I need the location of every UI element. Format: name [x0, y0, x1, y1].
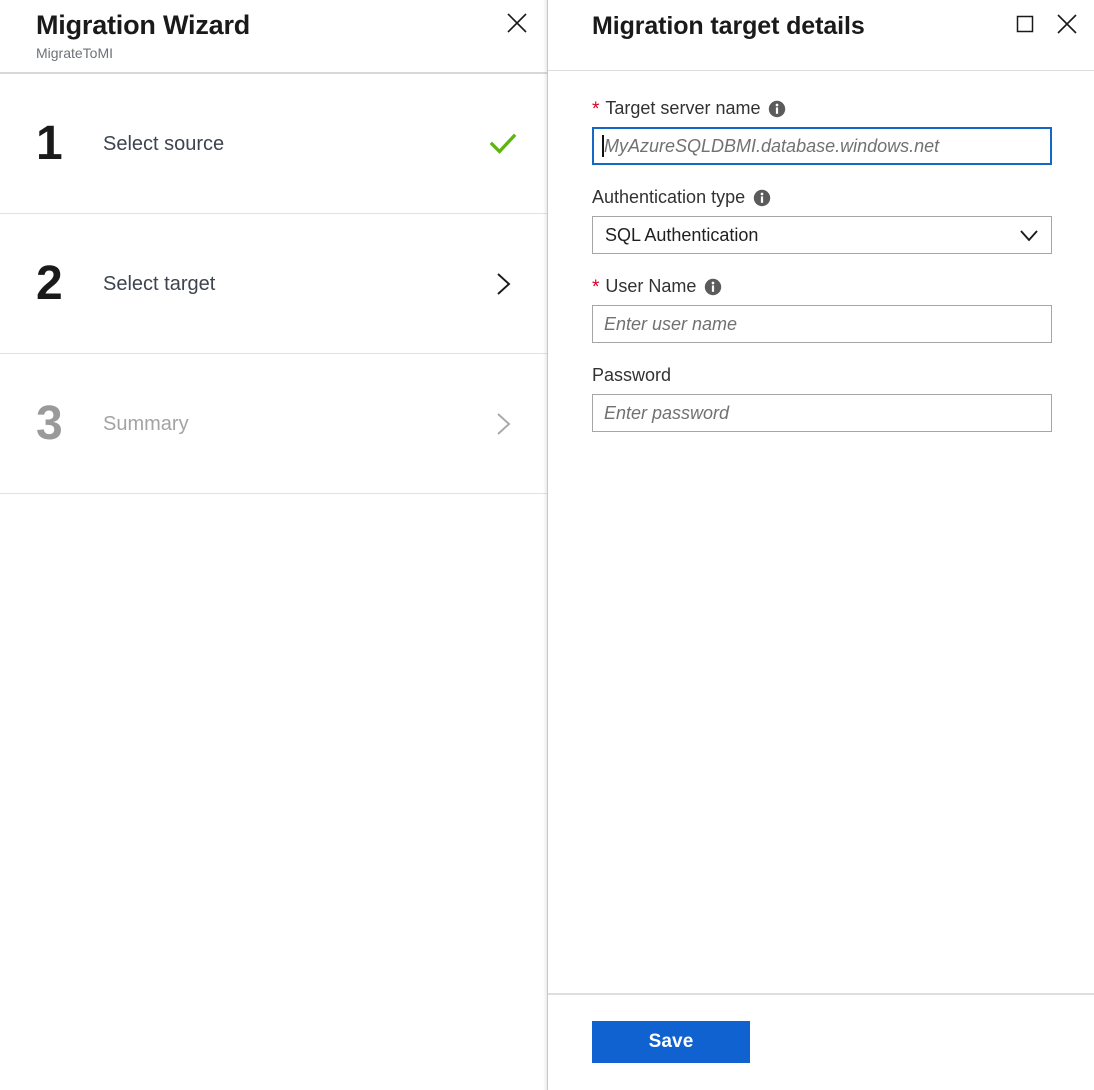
wizard-subtitle: MigrateToMI	[36, 45, 114, 61]
chevron-right-icon	[497, 412, 511, 435]
close-icon	[507, 13, 527, 33]
password-input[interactable]	[592, 394, 1052, 432]
step-number: 1	[36, 116, 63, 170]
target-server-name-input[interactable]	[592, 127, 1052, 165]
field-label: * User Name	[592, 273, 1052, 299]
field-label-text: User Name	[605, 276, 697, 296]
step-number: 3	[36, 396, 63, 450]
sidebar-item-label: Select target	[103, 272, 216, 295]
step-number: 2	[36, 256, 63, 310]
required-marker: *	[592, 277, 600, 298]
sidebar-item-label: Select source	[103, 132, 225, 155]
wizard-close-button[interactable]	[500, 6, 534, 40]
window-controls	[1008, 7, 1084, 41]
maximize-button[interactable]	[1008, 7, 1042, 41]
step-status	[486, 127, 520, 161]
field-label-text: Authentication type	[592, 187, 746, 207]
details-form: * Target server name MyAzureSQLDBMI.data…	[548, 71, 1094, 993]
sidebar-item-select-source[interactable]: 1 Select source	[0, 74, 548, 214]
step-status	[486, 267, 520, 301]
required-marker: *	[592, 99, 600, 120]
user-name-input[interactable]	[592, 305, 1052, 343]
wizard-panel: Migration Wizard MigrateToMI 1 Select so…	[0, 0, 548, 1090]
field-authentication-type: Authentication type SQL Authentication	[592, 184, 1052, 254]
close-icon	[1057, 14, 1077, 34]
field-label-text: Target server name	[605, 98, 761, 118]
check-icon	[489, 133, 517, 154]
maximize-icon	[1016, 15, 1034, 33]
field-label: Authentication type	[592, 184, 1052, 210]
select-display-value[interactable]: SQL Authentication	[592, 216, 1052, 254]
authentication-type-select[interactable]: SQL Authentication	[592, 216, 1052, 254]
details-header: Migration target details	[548, 0, 1094, 71]
info-icon[interactable]	[704, 278, 722, 296]
step-status	[486, 407, 520, 441]
text-caret	[602, 135, 604, 157]
field-label: * Target server name	[592, 95, 1052, 121]
migration-wizard-window: Migration Wizard MigrateToMI 1 Select so…	[0, 0, 1094, 1090]
sidebar-item-select-target[interactable]: 2 Select target	[0, 214, 548, 354]
info-icon[interactable]	[768, 100, 786, 118]
field-label: Password	[592, 362, 1052, 388]
details-close-button[interactable]	[1050, 7, 1084, 41]
target-server-input-wrap	[592, 127, 1052, 165]
save-button[interactable]: Save	[592, 1021, 750, 1063]
sidebar-item-label: Summary	[103, 412, 189, 435]
field-label-text: Password	[592, 365, 672, 385]
wizard-steps: 1 Select source 2 Select target 3 Summar…	[0, 74, 548, 1089]
field-user-name: * User Name	[592, 273, 1052, 343]
panel-divider-line	[547, 0, 548, 1090]
field-password: Password	[592, 362, 1052, 432]
sidebar-item-summary[interactable]: 3 Summary	[0, 354, 548, 494]
info-icon-glyph	[705, 278, 722, 296]
info-icon-glyph	[769, 100, 786, 118]
details-panel: Migration target details * Target server…	[548, 0, 1094, 1090]
wizard-empty-area	[0, 494, 548, 1089]
info-icon[interactable]	[753, 189, 771, 207]
chevron-right-icon	[497, 272, 511, 295]
field-target-server-name: * Target server name	[592, 95, 1052, 165]
page-title: Migration Wizard	[36, 10, 251, 40]
wizard-header: Migration Wizard MigrateToMI	[0, 0, 548, 74]
info-icon-glyph	[753, 189, 771, 207]
details-footer: Save	[548, 993, 1094, 1090]
